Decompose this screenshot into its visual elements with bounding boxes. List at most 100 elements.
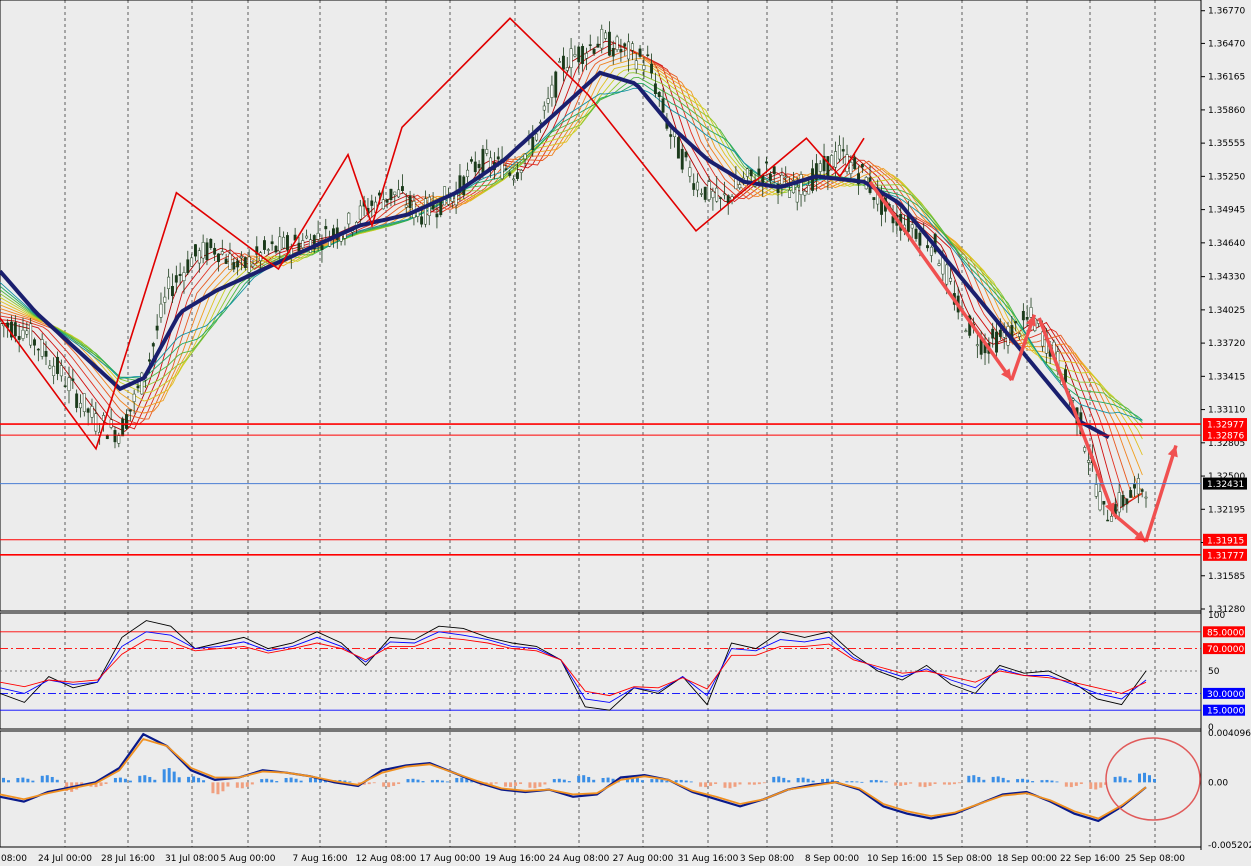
- macd-histogram-bar: [543, 782, 547, 785]
- candle-body: [125, 414, 128, 429]
- candle-body: [646, 54, 650, 56]
- candle-body: [772, 166, 776, 174]
- macd-histogram-bar: [894, 782, 898, 786]
- candle-body: [1125, 498, 1129, 505]
- candle-body: [929, 246, 933, 256]
- macd-histogram-bar: [967, 775, 971, 783]
- macd-histogram-bar: [284, 777, 288, 783]
- candle-body: [1136, 478, 1140, 495]
- candle-body: [136, 385, 140, 389]
- macd-histogram-bar: [582, 775, 586, 783]
- candle-body: [546, 98, 550, 104]
- macd-histogram-bar: [99, 782, 103, 786]
- candle-body: [151, 343, 155, 347]
- candle-body: [301, 240, 305, 249]
- macd-histogram-bar: [1153, 778, 1156, 783]
- macd-histogram-bar: [567, 781, 571, 783]
- macd-histogram-bar: [1074, 782, 1078, 786]
- candle-body: [738, 184, 742, 189]
- macd-histogram-bar: [577, 775, 581, 783]
- osc-tick-label: 100: [1208, 611, 1225, 621]
- candle-body: [653, 83, 657, 95]
- macd-histogram-bar: [1031, 781, 1035, 783]
- candle-body: [692, 183, 696, 190]
- candle-body: [799, 174, 803, 195]
- candle-body: [90, 406, 94, 418]
- candle-body: [573, 54, 577, 57]
- candle-body: [945, 264, 949, 285]
- candle-body: [512, 178, 516, 181]
- candle-body: [584, 53, 588, 59]
- candle-body: [634, 60, 638, 70]
- candle-body: [13, 322, 17, 337]
- candle-body: [650, 63, 654, 74]
- macd-histogram-bar: [1094, 782, 1098, 790]
- macd-histogram-bar: [235, 782, 239, 788]
- x-tick-label: 31 Jul 08:00: [165, 854, 219, 864]
- candle-body: [377, 192, 381, 196]
- candle-body: [400, 186, 404, 191]
- x-tick-label: 28 Jul 16:00: [101, 854, 155, 864]
- candle-body: [749, 169, 753, 177]
- candle-body: [849, 162, 853, 174]
- candle-body: [44, 350, 48, 357]
- candle-body: [788, 189, 792, 198]
- candle-body: [496, 156, 500, 160]
- macd-histogram-bar: [923, 782, 927, 788]
- candle-body: [274, 245, 278, 253]
- y-tick-label: 1.34025: [1208, 306, 1245, 316]
- candle-body: [757, 168, 761, 176]
- candle-body: [680, 148, 684, 170]
- macd-histogram-bar: [592, 779, 596, 783]
- candle-body: [236, 260, 240, 268]
- candle-body: [397, 189, 401, 198]
- candle-body: [1071, 398, 1075, 401]
- macd-histogram-bar: [308, 777, 312, 783]
- candle-body: [182, 272, 186, 282]
- candle-body: [36, 348, 40, 351]
- x-tick-label: 25 Sep 08:00: [1125, 854, 1185, 864]
- candle-body: [964, 330, 968, 333]
- candle-body: [803, 190, 807, 196]
- macd-histogram-bar: [1069, 782, 1073, 788]
- candle-body: [67, 377, 71, 392]
- macd-histogram-bar: [192, 776, 196, 783]
- macd-histogram-bar: [977, 776, 981, 783]
- candle-body: [604, 32, 608, 39]
- candle-body: [780, 174, 784, 185]
- x-tick-label: 27 Aug 00:00: [613, 854, 674, 864]
- candle-body: [669, 134, 673, 137]
- candle-body: [132, 393, 136, 402]
- candle-body: [937, 263, 941, 266]
- macd-histogram-bar: [348, 781, 352, 783]
- candle-body: [784, 176, 788, 179]
- macd-histogram-bar: [850, 781, 854, 783]
- candle-body: [627, 41, 631, 60]
- y-tick-label: 1.33720: [1208, 339, 1245, 349]
- macd-histogram-bar: [221, 782, 225, 792]
- macd-histogram-bar: [772, 776, 776, 783]
- candle-body: [1064, 369, 1067, 382]
- candle-body: [358, 205, 362, 220]
- macd-histogram-bar: [118, 777, 122, 783]
- candle-body: [535, 133, 539, 141]
- candle-body: [1117, 492, 1121, 513]
- macd-histogram-bar: [445, 781, 449, 783]
- macd-histogram-bar: [197, 777, 201, 783]
- macd-histogram-bar: [650, 779, 654, 783]
- macd-histogram-bar: [148, 776, 152, 783]
- candle-body: [991, 328, 995, 339]
- candle-body: [1133, 484, 1136, 489]
- candle-body: [190, 257, 194, 267]
- candle-body: [588, 44, 592, 46]
- candle-body: [872, 197, 876, 201]
- candle-body: [263, 240, 266, 250]
- candle-body: [94, 413, 98, 432]
- macd-histogram-bar: [787, 780, 791, 783]
- macd-histogram-bar: [860, 781, 864, 783]
- candle-body: [1110, 516, 1113, 522]
- candle-body: [975, 344, 979, 347]
- candle-body: [688, 167, 692, 177]
- candle-body: [79, 402, 82, 409]
- macd-histogram-bar: [1040, 780, 1044, 783]
